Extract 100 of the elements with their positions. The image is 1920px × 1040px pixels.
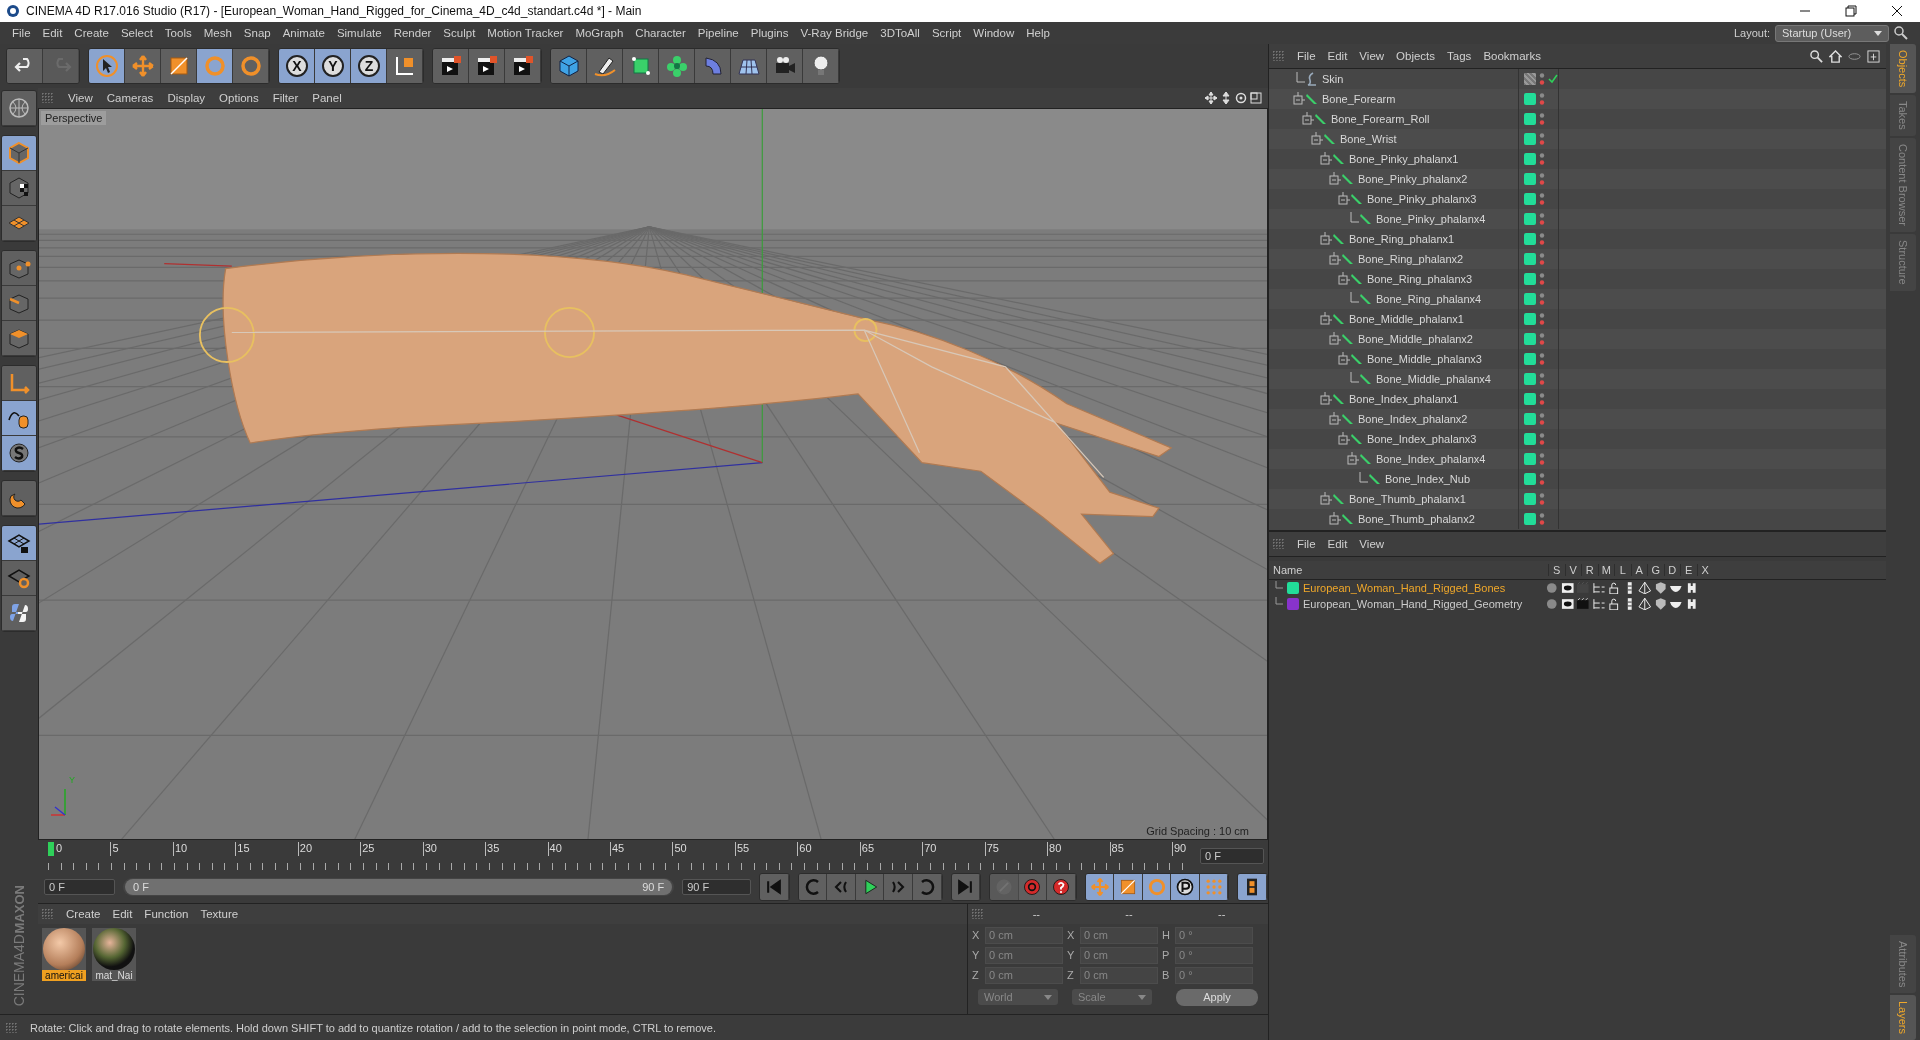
column-header[interactable]: V — [1564, 564, 1581, 576]
visibility-dots-icon[interactable] — [1539, 492, 1545, 506]
search-icon[interactable] — [1894, 26, 1908, 40]
menu-item[interactable]: File — [1291, 50, 1322, 62]
tool-button[interactable] — [767, 49, 803, 83]
collapse-box-icon[interactable] — [1320, 232, 1332, 246]
visibility-dots-icon[interactable] — [1539, 412, 1545, 426]
tool-button[interactable] — [7, 49, 43, 83]
eye-icon[interactable] — [1559, 582, 1575, 594]
menu-item[interactable]: Select — [114, 27, 159, 39]
collapse-box-icon[interactable] — [1338, 352, 1350, 366]
maximize-view-icon[interactable] — [1250, 91, 1262, 104]
tool-button[interactable] — [2, 596, 36, 631]
side-tab[interactable]: Objects — [1890, 44, 1916, 94]
tool-button[interactable] — [505, 49, 541, 83]
object-name[interactable]: Bone_Index_phalanx3 — [1367, 433, 1477, 445]
visibility-dots-icon[interactable] — [1539, 452, 1545, 466]
tool-button[interactable] — [1238, 874, 1267, 901]
object-name[interactable]: Bone_Index_phalanx1 — [1349, 393, 1459, 405]
pyramid-icon[interactable] — [1637, 582, 1653, 594]
tool-button[interactable] — [623, 49, 659, 83]
menu-item[interactable]: Edit — [106, 907, 139, 920]
collapse-box-icon[interactable] — [1329, 332, 1341, 346]
viewport[interactable]: Perspective Y Grid Spacing : 10 cm — [38, 107, 1268, 841]
object-name[interactable]: Bone_Ring_phalanx4 — [1376, 293, 1482, 305]
column-header[interactable]: G — [1647, 564, 1664, 576]
menu-item[interactable]: Function — [138, 907, 195, 920]
collapse-box-icon[interactable] — [1293, 92, 1305, 106]
object-name[interactable]: Bone_Index_Nub — [1385, 473, 1470, 485]
layer-color-swatch[interactable] — [1524, 153, 1536, 165]
collapse-box-icon[interactable] — [1311, 132, 1323, 146]
layer-color-swatch[interactable] — [1524, 93, 1536, 105]
layer-none-swatch[interactable] — [1524, 73, 1536, 85]
collapse-box-icon[interactable] — [1320, 492, 1332, 506]
start-frame-field[interactable]: 0 F — [44, 879, 115, 896]
side-tab[interactable]: Layers — [1890, 994, 1916, 1040]
menu-item[interactable]: Edit — [1321, 50, 1354, 62]
menu-item[interactable]: View — [1353, 50, 1391, 62]
tool-button[interactable] — [1142, 874, 1172, 901]
tool-button[interactable] — [1085, 874, 1115, 901]
menu-item[interactable]: Edit — [1321, 538, 1354, 550]
pyramid-icon[interactable] — [1637, 598, 1653, 610]
panel-grip-icon[interactable] — [42, 92, 54, 103]
collapse-box-icon[interactable] — [1329, 512, 1341, 526]
menu-item[interactable]: Pipeline — [691, 27, 745, 39]
layer-name[interactable]: European_Woman_Hand_Rigged_Bones — [1303, 582, 1506, 594]
menu-item[interactable]: Options — [213, 91, 265, 104]
menu-item[interactable]: Bookmarks — [1477, 50, 1547, 62]
menu-item[interactable]: Sculpt — [437, 27, 482, 39]
menu-item[interactable]: Script — [925, 27, 968, 39]
tool-button[interactable] — [2, 91, 36, 126]
current-frame-field[interactable]: 0 F — [1200, 847, 1264, 864]
arm-model-drawing[interactable] — [222, 252, 1172, 564]
object-name[interactable]: Bone_Thumb_phalanx1 — [1349, 493, 1466, 505]
hierarchy-icon[interactable] — [1590, 598, 1606, 610]
object-name[interactable]: Bone_Ring_phalanx1 — [1349, 233, 1455, 245]
column-header[interactable]: E — [1680, 564, 1697, 576]
eye-icon[interactable] — [1559, 598, 1575, 610]
layer-color-swatch[interactable] — [1524, 193, 1536, 205]
object-name[interactable]: Bone_Ring_phalanx3 — [1367, 273, 1473, 285]
collapse-box-icon[interactable] — [1320, 392, 1332, 406]
menu-item[interactable]: View — [1353, 538, 1391, 550]
object-name[interactable]: Bone_Ring_phalanx2 — [1358, 253, 1464, 265]
tool-button[interactable] — [1199, 874, 1229, 901]
object-name[interactable]: Bone_Pinky_phalanx4 — [1376, 213, 1486, 225]
tool-button[interactable] — [587, 49, 623, 83]
collapse-box-icon[interactable] — [1320, 152, 1332, 166]
object-name[interactable]: Bone_Index_phalanx2 — [1358, 413, 1468, 425]
tool-button[interactable] — [2, 436, 36, 471]
object-name[interactable]: Bone_Middle_phalanx1 — [1349, 313, 1464, 325]
visibility-dots-icon[interactable] — [1539, 352, 1545, 366]
object-name[interactable]: Bone_Index_phalanx4 — [1376, 453, 1486, 465]
layer-color-swatch[interactable] — [1524, 473, 1536, 485]
visibility-dots-icon[interactable] — [1539, 132, 1545, 146]
tool-button[interactable]: Z — [351, 49, 387, 83]
menu-item[interactable]: Animate — [276, 27, 331, 39]
menu-item[interactable]: Help — [1020, 27, 1056, 39]
visibility-dots-icon[interactable] — [1539, 292, 1545, 306]
menu-item[interactable]: Cameras — [100, 91, 160, 104]
menu-item[interactable]: Motion Tracker — [481, 27, 570, 39]
panel-grip-icon[interactable] — [1273, 51, 1285, 61]
collapse-box-icon[interactable] — [1329, 412, 1341, 426]
visibility-dots-icon[interactable] — [1539, 252, 1545, 266]
menu-item[interactable]: File — [6, 27, 37, 39]
orbit-icon[interactable] — [1235, 91, 1247, 104]
playhead-marker[interactable] — [48, 841, 54, 856]
tool-button[interactable] — [387, 49, 423, 83]
collapse-box-icon[interactable] — [1338, 192, 1350, 206]
tool-button[interactable] — [2, 526, 36, 561]
layer-color-swatch[interactable] — [1524, 273, 1536, 285]
column-header[interactable]: Name — [1269, 564, 1548, 576]
visibility-dots-icon[interactable] — [1539, 512, 1545, 526]
collapse-box-icon[interactable] — [1320, 312, 1332, 326]
menu-item[interactable]: Objects — [1390, 50, 1442, 62]
frame-range-fill[interactable]: 0 F 90 F — [125, 879, 673, 896]
object-name[interactable]: Skin — [1322, 73, 1344, 85]
column-header[interactable]: R — [1581, 564, 1598, 576]
collapse-box-icon[interactable] — [1338, 432, 1350, 446]
tool-button[interactable] — [731, 49, 767, 83]
column-header[interactable]: M — [1597, 564, 1614, 576]
